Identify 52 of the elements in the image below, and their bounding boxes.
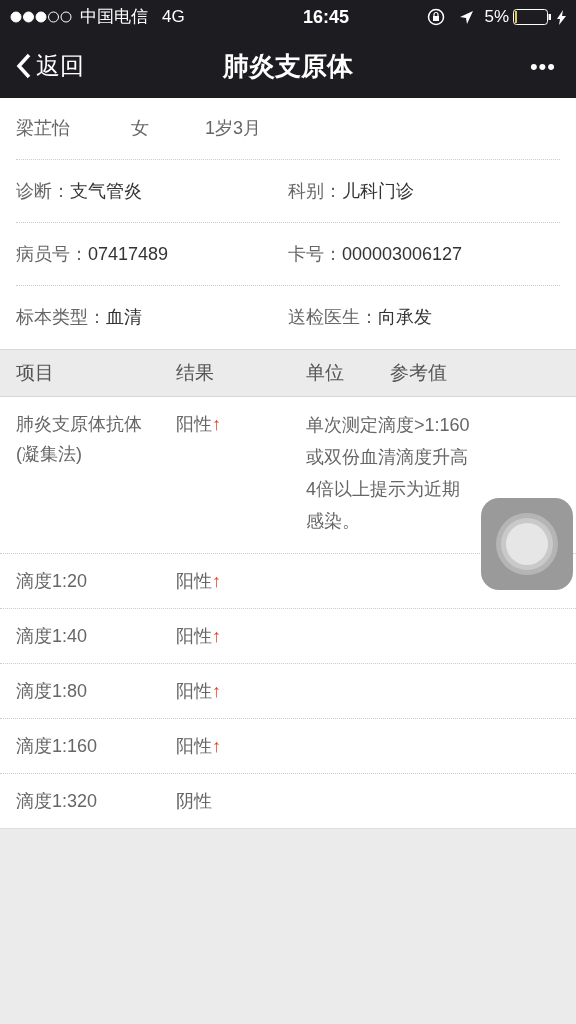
column-header: 结果 bbox=[176, 360, 215, 385]
table-cell-text: 阳性 bbox=[176, 570, 212, 593]
battery-icon bbox=[513, 9, 553, 25]
patient-name: 梁芷怡 bbox=[16, 117, 71, 140]
field-label: 卡号： bbox=[288, 242, 342, 266]
table-cell-text: 肺炎支原体抗体(凝集法) bbox=[16, 413, 143, 466]
network-text: 4G bbox=[162, 6, 185, 29]
assistive-touch-button[interactable] bbox=[481, 498, 573, 590]
field-label: 科别： bbox=[288, 179, 342, 203]
location-icon bbox=[459, 9, 475, 25]
chevron-left-icon bbox=[16, 53, 32, 79]
carrier-text: 中国电信 bbox=[80, 6, 148, 29]
battery-text: 5% bbox=[484, 6, 509, 29]
table-cell-text: 阳性 bbox=[176, 735, 212, 758]
column-header: 参考值 bbox=[390, 360, 447, 385]
table-cell-text: 阳性 bbox=[176, 680, 212, 703]
field-value: 07417489 bbox=[88, 242, 169, 266]
table-cell-text: 单次测定滴度>1:160或双份血清滴度升高4倍以上提示为近期感染。 bbox=[306, 414, 471, 533]
patient-sex: 女 bbox=[131, 117, 150, 140]
table-cell-text: 阳性 bbox=[176, 413, 212, 436]
table-cell-text: 滴度1:160 bbox=[16, 735, 99, 758]
field-value: 向承发 bbox=[378, 306, 432, 329]
field-label: 病员号： bbox=[16, 242, 88, 266]
high-arrow-text: ↑ bbox=[212, 413, 221, 436]
clock-text: 16:45 bbox=[302, 5, 350, 29]
high-arrow-text: ↑ bbox=[212, 680, 221, 703]
field-label: 送检医生： bbox=[288, 306, 378, 329]
circle-icon bbox=[495, 512, 559, 576]
field-value: 支气管炎 bbox=[70, 179, 142, 203]
signal-icon bbox=[10, 11, 74, 23]
high-arrow-text: ↑ bbox=[212, 625, 221, 648]
table-cell-text: 滴度1:20 bbox=[16, 570, 89, 593]
page-title: 肺炎支原体 bbox=[223, 49, 353, 83]
table-cell-text: 滴度1:320 bbox=[16, 790, 99, 813]
column-header: 单位 bbox=[306, 360, 345, 385]
table-cell-text: 阴性 bbox=[176, 790, 212, 813]
high-arrow-text: ↑ bbox=[212, 570, 221, 593]
field-value: 000003006127 bbox=[342, 242, 463, 266]
table-cell-text: 滴度1:40 bbox=[16, 625, 89, 648]
column-header: 项目 bbox=[16, 360, 55, 385]
table-cell-text: 阳性 bbox=[176, 625, 212, 648]
charging-icon bbox=[557, 9, 566, 25]
patient-age: 1岁3月 bbox=[205, 117, 262, 140]
field-value: 儿科门诊 bbox=[342, 179, 414, 203]
field-label: 诊断： bbox=[16, 179, 70, 203]
high-arrow-text: ↑ bbox=[212, 735, 221, 758]
more-button[interactable]: ••• bbox=[529, 49, 560, 83]
field-label: 标本类型： bbox=[16, 306, 106, 329]
rotation-lock-icon bbox=[427, 8, 446, 26]
back-button[interactable]: 返回 bbox=[16, 48, 84, 84]
table-cell-text: 滴度1:80 bbox=[16, 680, 89, 703]
field-value: 血清 bbox=[106, 306, 142, 329]
